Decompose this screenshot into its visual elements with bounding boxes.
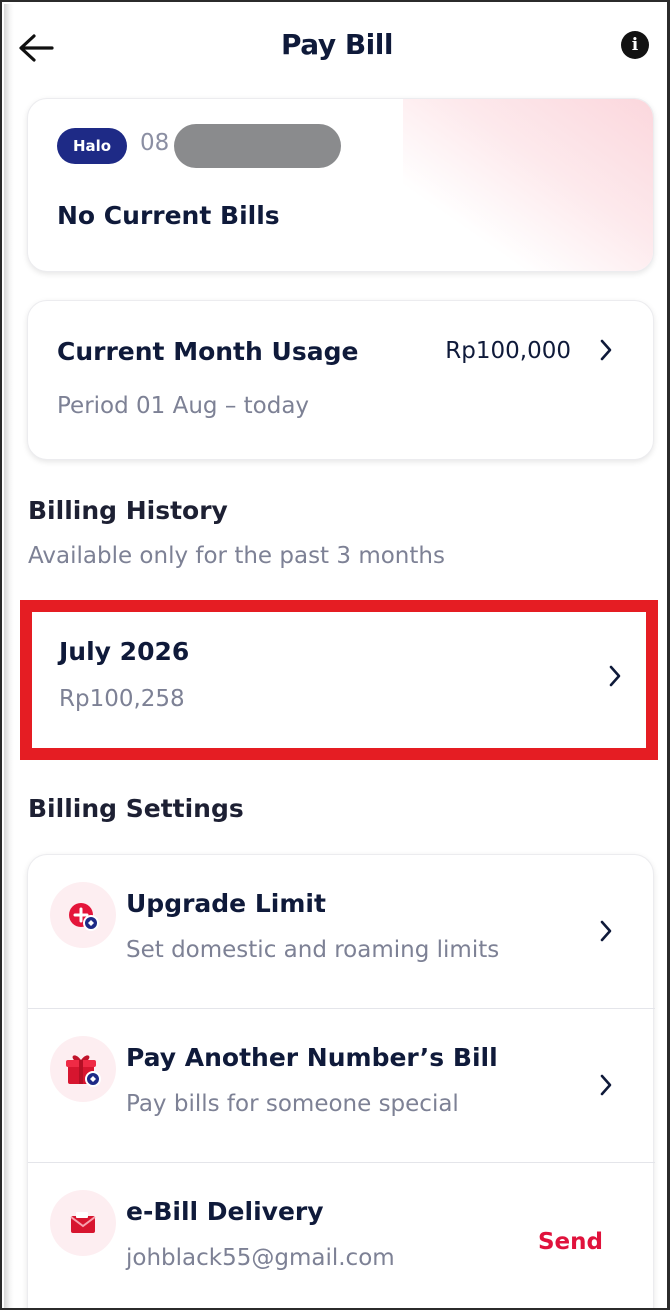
page-title: Pay Bill <box>281 28 393 61</box>
current-usage-card[interactable]: Current Month Usage Rp100,000 Period 01 … <box>27 300 654 460</box>
setting-title: Pay Another Number’s Bill <box>126 1043 498 1072</box>
plan-badge: Halo <box>57 128 127 164</box>
setting-ebill-delivery[interactable]: e-Bill Delivery johblack55@gmail.com Sen… <box>28 1163 655 1308</box>
setting-title: e-Bill Delivery <box>126 1197 324 1226</box>
envelope-icon <box>50 1190 116 1256</box>
setting-subtitle: Set domestic and roaming limits <box>126 937 500 963</box>
setting-subtitle: Pay bills for someone special <box>126 1091 459 1117</box>
history-item-july[interactable]: July 2026 Rp100,258 <box>20 600 658 760</box>
usage-title: Current Month Usage <box>57 337 359 366</box>
top-bar: Pay Bill i <box>2 2 667 92</box>
bill-status: No Current Bills <box>57 201 280 230</box>
send-button[interactable]: Send <box>538 1229 603 1255</box>
bill-summary-card: Halo 08 No Current Bills <box>27 98 654 272</box>
info-icon[interactable]: i <box>621 31 649 59</box>
phone-number: 08 <box>140 130 170 156</box>
setting-upgrade-limit[interactable]: Upgrade Limit Set domestic and roaming l… <box>28 855 655 1009</box>
edge-shadow <box>4 4 14 1308</box>
chevron-right-icon <box>596 337 616 363</box>
chevron-right-icon <box>596 918 616 944</box>
chevron-right-icon <box>596 1072 616 1098</box>
billing-history-title: Billing History <box>28 496 228 525</box>
upgrade-limit-icon <box>50 882 116 948</box>
history-amount: Rp100,258 <box>59 686 185 712</box>
usage-amount: Rp100,000 <box>445 338 571 364</box>
history-month: July 2026 <box>59 637 190 666</box>
usage-period: Period 01 Aug – today <box>57 393 310 419</box>
card-glow <box>403 99 653 271</box>
setting-title: Upgrade Limit <box>126 889 326 918</box>
app-screen: Pay Bill i Halo 08 No Current Bills Curr… <box>0 0 670 1310</box>
gift-icon <box>50 1036 116 1102</box>
billing-history-subtitle: Available only for the past 3 months <box>28 543 445 569</box>
ebill-email: johblack55@gmail.com <box>126 1245 395 1271</box>
billing-settings-card: Upgrade Limit Set domestic and roaming l… <box>27 854 655 1308</box>
info-glyph: i <box>631 35 639 55</box>
chevron-right-icon <box>605 663 625 689</box>
setting-pay-another-number[interactable]: Pay Another Number’s Bill Pay bills for … <box>28 1009 655 1163</box>
phone-number-redaction <box>174 124 341 168</box>
billing-settings-title: Billing Settings <box>28 794 244 823</box>
